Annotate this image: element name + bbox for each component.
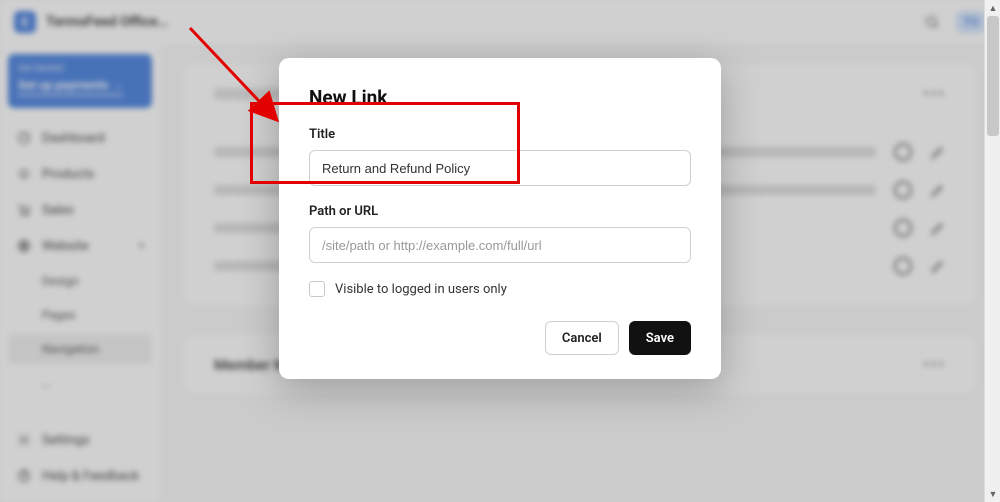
viewport: E TermsFeed Office… TO Get Started Set u… [0,0,1000,502]
modal-actions: Cancel Save [309,321,691,355]
scroll-down-button[interactable]: ▼ [985,486,1000,502]
vertical-scrollbar[interactable]: ▲ ▼ [984,0,1000,502]
path-label: Path or URL [309,204,691,219]
scroll-up-button[interactable]: ▲ [985,0,1000,16]
title-field-block: Title [309,127,691,186]
scroll-thumb[interactable] [987,16,999,136]
new-link-modal: New Link Title Path or URL Visible to lo… [279,58,721,379]
visibility-checkbox[interactable] [309,281,325,297]
modal-overlay[interactable]: New Link Title Path or URL Visible to lo… [0,0,1000,502]
path-input[interactable] [309,227,691,263]
visibility-checkbox-row[interactable]: Visible to logged in users only [309,281,691,297]
title-input[interactable] [309,150,691,186]
title-label: Title [309,127,691,142]
visibility-checkbox-label: Visible to logged in users only [335,282,507,297]
cancel-button[interactable]: Cancel [545,321,619,355]
save-button[interactable]: Save [629,321,691,355]
path-field-block: Path or URL [309,204,691,263]
modal-heading: New Link [309,86,691,109]
